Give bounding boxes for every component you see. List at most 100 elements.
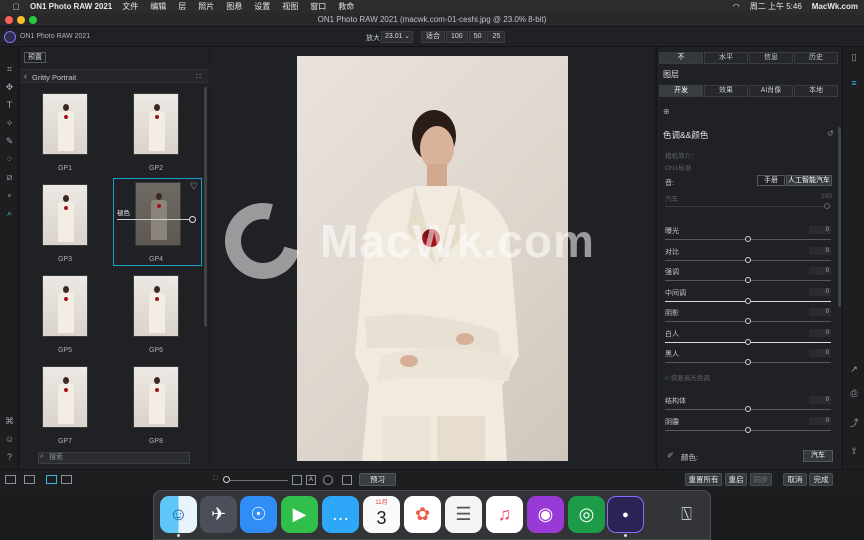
- podcasts-icon[interactable]: ◉: [527, 496, 564, 533]
- grid-tool-icon[interactable]: ⌘: [3, 415, 16, 428]
- auto-amount-slider[interactable]: [665, 206, 831, 207]
- grid-view-icon[interactable]: ∷: [196, 72, 201, 81]
- clock[interactable]: 周二 上午 5:46: [750, 1, 802, 12]
- zoom-select[interactable]: 23.01 ⌄: [381, 31, 413, 43]
- fit-button[interactable]: 适合: [421, 31, 445, 43]
- healing-icon[interactable]: ⁘: [3, 153, 16, 166]
- radio-icon[interactable]: ○: [665, 375, 669, 382]
- export-icon[interactable]: ↗: [848, 363, 860, 375]
- people-icon[interactable]: ☺: [3, 433, 16, 446]
- eyedropper-icon[interactable]: ✐: [667, 451, 674, 460]
- finder-icon[interactable]: ☺: [160, 496, 197, 533]
- circle-view-icon[interactable]: [323, 475, 333, 485]
- preset-thumbnail-gp2[interactable]: ♡: [133, 93, 179, 155]
- preset-thumbnail-gp1[interactable]: ♡: [42, 93, 88, 155]
- done-button[interactable]: 完成: [809, 473, 833, 486]
- compare-icon[interactable]: [292, 475, 302, 485]
- reminders-icon[interactable]: ☰: [445, 496, 482, 533]
- midtones-slider-handle[interactable]: [745, 298, 751, 304]
- music-icon[interactable]: ♫: [486, 496, 523, 533]
- exposure-slider-handle[interactable]: [745, 236, 751, 242]
- whites-value[interactable]: 0: [809, 329, 831, 337]
- preset-amount-slider-handle[interactable]: [189, 216, 196, 223]
- share-link-icon[interactable]: ⤴: [848, 417, 860, 429]
- tab-none[interactable]: 不: [659, 52, 703, 64]
- add-filter-icon[interactable]: ⊕: [663, 107, 670, 116]
- preset-thumbnail-gp3[interactable]: ♡: [42, 184, 88, 246]
- before-after-icon[interactable]: [342, 475, 352, 485]
- heart-icon[interactable]: ♡: [80, 186, 85, 193]
- develop-panel-scrollbar[interactable]: [838, 127, 841, 307]
- share-icon[interactable]: ⇧: [848, 445, 860, 457]
- heart-icon[interactable]: ♡: [171, 95, 176, 102]
- reset-icon[interactable]: ↺: [827, 129, 834, 138]
- preset-category-header[interactable]: ‹ Gritty Portrait ∷: [20, 69, 209, 83]
- reset-button[interactable]: 重启: [725, 473, 747, 486]
- tone-color-title[interactable]: 色调&&颜色: [663, 129, 708, 141]
- thumbnail-size-slider[interactable]: [228, 480, 288, 481]
- manual-mode-button[interactable]: 手册: [757, 175, 785, 186]
- zoom-25-button[interactable]: 25: [487, 31, 506, 43]
- filmstrip-icon[interactable]: [24, 475, 35, 484]
- preview-button[interactable]: 预习: [359, 473, 396, 486]
- tab-info[interactable]: 信息: [749, 52, 793, 64]
- exposure-value[interactable]: 0: [809, 226, 831, 234]
- presets-tab[interactable]: 预置: [24, 52, 46, 63]
- zoom-tool-icon[interactable]: ⌕: [3, 207, 16, 220]
- browse-module-icon[interactable]: ▯: [848, 51, 860, 63]
- menu-layer[interactable]: 层: [178, 1, 186, 12]
- menu-photo[interactable]: 照片: [198, 1, 214, 12]
- restore-highlight-color-option[interactable]: ○ 恢复高光色调: [665, 372, 710, 382]
- on1-photo-raw-icon[interactable]: ●: [607, 496, 644, 533]
- preset-thumbnail-gp5[interactable]: ♡: [42, 275, 88, 337]
- heart-icon[interactable]: ♡: [80, 277, 85, 284]
- heart-icon[interactable]: ♡: [190, 181, 198, 192]
- preset-thumbnail-gp7[interactable]: ♡: [42, 366, 88, 428]
- preset-thumbnail-gp4[interactable]: [135, 182, 181, 246]
- menubar-app-name[interactable]: ON1 Photo RAW 2021: [30, 2, 112, 11]
- thumbnail-size-slider-handle[interactable]: [223, 476, 230, 483]
- cancel-button[interactable]: 取消: [783, 473, 807, 486]
- print-icon[interactable]: ⎙: [848, 387, 860, 399]
- edit-module-icon[interactable]: ≡: [848, 77, 860, 89]
- shadows-value[interactable]: 0: [809, 308, 831, 316]
- haze-value[interactable]: 0: [809, 417, 831, 425]
- tab-local[interactable]: 本地: [794, 85, 838, 97]
- brush-icon[interactable]: ✎: [3, 135, 16, 148]
- heart-icon[interactable]: ♡: [171, 277, 176, 284]
- zoom-100-button[interactable]: 100: [446, 31, 468, 43]
- launchpad-icon[interactable]: ✈: [200, 496, 237, 533]
- tab-level[interactable]: 水平: [704, 52, 748, 64]
- blacks-value[interactable]: 0: [809, 349, 831, 357]
- contrast-slider-handle[interactable]: [745, 257, 751, 263]
- tab-history[interactable]: 历史: [794, 52, 838, 64]
- panel-toggle-icon[interactable]: [5, 475, 16, 484]
- zoom-50-button[interactable]: 50: [468, 31, 487, 43]
- tab-ai-portrait[interactable]: AI肖像: [749, 85, 793, 97]
- tab-develop[interactable]: 开发: [659, 85, 703, 97]
- structure-value[interactable]: 0: [809, 396, 831, 404]
- highlights-slider-handle[interactable]: [745, 277, 751, 283]
- magic-wand-icon[interactable]: ✧: [3, 117, 16, 130]
- photos-icon[interactable]: ✿: [404, 496, 441, 533]
- preset-thumbnail-gp6[interactable]: ♡: [133, 275, 179, 337]
- chevron-left-icon[interactable]: ‹: [24, 71, 27, 81]
- menu-window[interactable]: 窗口: [310, 1, 326, 12]
- highlights-value[interactable]: 0: [809, 267, 831, 275]
- text-icon[interactable]: T: [3, 99, 16, 112]
- menu-edit[interactable]: 编辑: [150, 1, 166, 12]
- portrait-photo[interactable]: [297, 56, 568, 461]
- presets-scrollbar[interactable]: [204, 87, 207, 327]
- retouch-icon[interactable]: ∘: [3, 189, 16, 202]
- preset-amount-slider[interactable]: [117, 219, 196, 220]
- help-icon[interactable]: ?: [3, 451, 16, 464]
- wifi-icon[interactable]: ◠: [733, 2, 740, 11]
- color-auto-button[interactable]: 汽车: [803, 450, 833, 462]
- mask-view-icon[interactable]: A: [306, 475, 316, 485]
- midtones-value[interactable]: 0: [809, 288, 831, 296]
- safari-icon[interactable]: ☉: [240, 496, 277, 533]
- menu-mask[interactable]: 图悬: [226, 1, 242, 12]
- whites-slider-handle[interactable]: [745, 339, 751, 345]
- crop-icon[interactable]: ⌗: [3, 63, 16, 76]
- menu-help[interactable]: 救命: [338, 1, 354, 12]
